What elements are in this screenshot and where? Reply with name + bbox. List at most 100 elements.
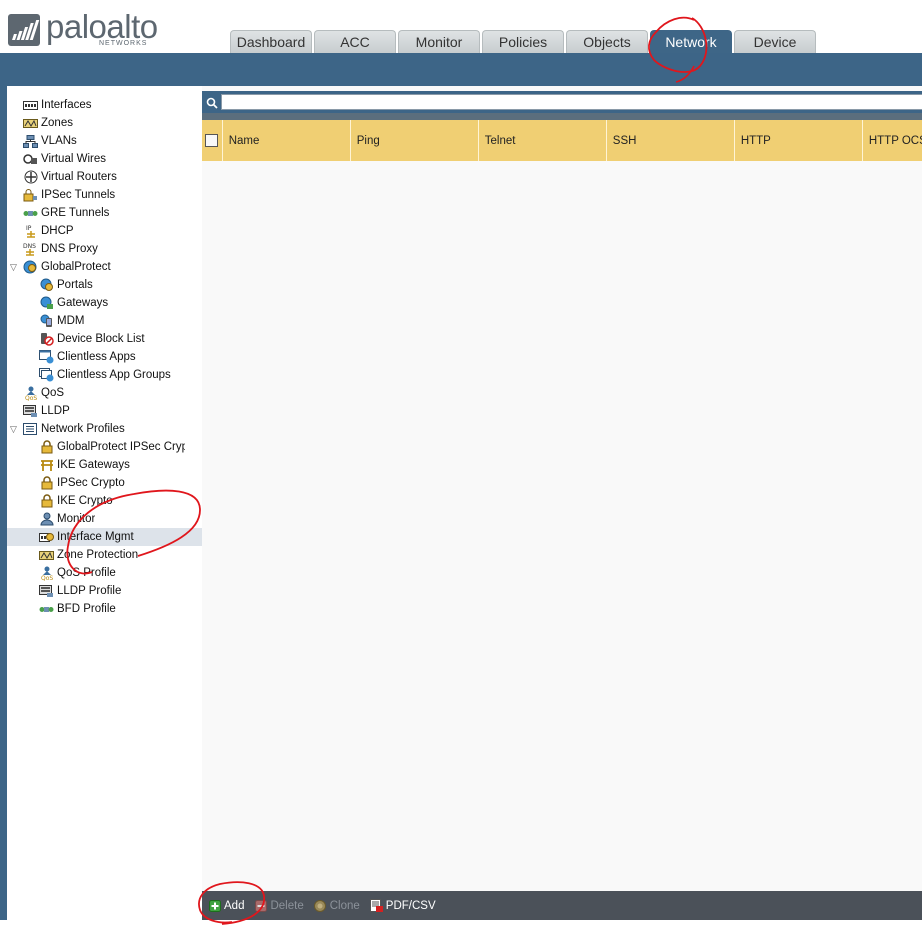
tab-policies[interactable]: Policies [482, 30, 564, 53]
bottom-strip [0, 920, 922, 928]
pdf-csv-label: PDF/CSV [385, 899, 436, 912]
gre-tunnels-icon [23, 207, 38, 220]
sidebar-item-zones[interactable]: Zones [7, 114, 202, 132]
search-bar [202, 91, 922, 113]
virtual-wires-icon [23, 153, 38, 166]
ike-gateways-icon [39, 459, 54, 472]
search-input[interactable] [221, 94, 922, 110]
column-header-http-ocsp[interactable]: HTTP OCSP [863, 120, 922, 161]
sidebar-item-label: IKE Gateways [57, 459, 130, 471]
svg-text:DNS: DNS [23, 243, 36, 250]
sidebar-item-vlans[interactable]: VLANs [7, 132, 202, 150]
bottom-toolbar: Add Delete Clone PDF/CSV [202, 891, 922, 920]
sidebar-item-label: VLANs [41, 135, 77, 147]
sidebar-item-ike-gateways[interactable]: IKE Gateways [7, 456, 202, 474]
network-profiles-icon [23, 422, 38, 436]
device-block-list-icon [39, 333, 54, 346]
tab-monitor[interactable]: Monitor [398, 30, 480, 53]
sidebar-item-label: GlobalProtect IPSec Crypto [57, 441, 185, 453]
column-header-name[interactable]: Name [223, 120, 351, 161]
clone-icon [314, 899, 327, 912]
pdf-csv-button[interactable]: PDF/CSV [369, 898, 436, 912]
tree-expand-arrow-icon[interactable]: ▽ [10, 424, 17, 435]
sidebar-item-label: DNS Proxy [41, 243, 98, 255]
add-button[interactable]: Add [208, 899, 244, 912]
sidebar-item-label: Gateways [57, 297, 109, 309]
sidebar-item-interfaces[interactable]: Interfaces [7, 96, 202, 114]
select-all-checkbox[interactable] [202, 120, 223, 161]
sidebar-item-network-profiles[interactable]: ▽ Network Profiles [7, 420, 202, 438]
sidebar-item-gateways[interactable]: Gateways [7, 294, 202, 312]
sidebar-item-label: Virtual Wires [41, 153, 106, 165]
sidebar-item-label: BFD Profile [57, 603, 116, 615]
clone-button[interactable]: Clone [314, 899, 360, 912]
column-header-telnet[interactable]: Telnet [479, 120, 607, 161]
sidebar-item-mdm[interactable]: MDM [7, 312, 202, 330]
sidebar-item-globalprotect-ipsec-crypto[interactable]: GlobalProtect IPSec Crypto [7, 438, 202, 456]
lock-icon [39, 476, 54, 490]
lock-icon [39, 494, 54, 508]
pdf-csv-icon [369, 898, 383, 912]
lock-icon [39, 440, 54, 454]
search-icon[interactable] [204, 95, 219, 110]
sidebar-item-label: Interfaces [41, 99, 92, 111]
column-header-ping[interactable]: Ping [351, 120, 479, 161]
sidebar-item-dhcp[interactable]: IP DHCP [7, 222, 202, 240]
zones-icon [23, 117, 38, 130]
clientless-app-groups-icon [39, 368, 54, 382]
sidebar-item-virtual-wires[interactable]: Virtual Wires [7, 150, 202, 168]
sidebar-item-interface-mgmt[interactable]: Interface Mgmt [7, 528, 202, 546]
delete-label: Delete [270, 899, 304, 912]
main-tab-bar: Dashboard ACC Monitor Policies Objects N… [230, 30, 818, 53]
qos-profile-icon: QoS [39, 566, 54, 581]
sidebar-item-label: IPSec Tunnels [41, 189, 116, 201]
paloalto-logo-mark-icon [8, 14, 40, 46]
sidebar-item-device-block-list[interactable]: Device Block List [7, 330, 202, 348]
tab-objects[interactable]: Objects [566, 30, 648, 53]
svg-text:IP: IP [26, 225, 32, 232]
vlans-icon [23, 134, 38, 148]
sidebar-item-clientless-app-groups[interactable]: Clientless App Groups [7, 366, 202, 384]
clone-label: Clone [329, 899, 360, 912]
sidebar-item-bfd-profile[interactable]: BFD Profile [7, 600, 202, 618]
sidebar-item-dns-proxy[interactable]: DNS DNS Proxy [7, 240, 202, 258]
sidebar-item-label: Clientless Apps [57, 351, 136, 363]
sidebar-item-label: Interface Mgmt [57, 531, 134, 543]
gateways-icon [39, 296, 54, 310]
delete-button[interactable]: Delete [254, 899, 304, 912]
sidebar-item-globalprotect[interactable]: ▽ GlobalProtect [7, 258, 202, 276]
left-edge [0, 86, 7, 928]
tab-acc[interactable]: ACC [314, 30, 396, 53]
column-header-http[interactable]: HTTP [735, 120, 863, 161]
ipsec-tunnels-icon [23, 188, 38, 202]
sidebar-item-monitor-profile[interactable]: Monitor [7, 510, 202, 528]
sidebar-item-label: Zone Protection [57, 549, 139, 561]
sidebar-item-qos[interactable]: QoS QoS [7, 384, 202, 402]
sidebar-item-label: GRE Tunnels [41, 207, 110, 219]
monitor-profile-icon [39, 512, 54, 526]
add-label: Add [224, 899, 245, 912]
sidebar-item-label: LLDP Profile [57, 585, 122, 597]
sidebar-item-qos-profile[interactable]: QoS QoS Profile [7, 564, 202, 582]
sidebar-item-ike-crypto[interactable]: IKE Crypto [7, 492, 202, 510]
sidebar-item-portals[interactable]: Portals [7, 276, 202, 294]
sidebar-item-lldp[interactable]: LLDP [7, 402, 202, 420]
sidebar-item-virtual-routers[interactable]: Virtual Routers [7, 168, 202, 186]
sidebar-item-gre-tunnels[interactable]: GRE Tunnels [7, 204, 202, 222]
svg-text:QoS: QoS [25, 395, 37, 401]
sidebar-item-lldp-profile[interactable]: LLDP Profile [7, 582, 202, 600]
tab-dashboard[interactable]: Dashboard [230, 30, 312, 53]
sidebar-item-label: Monitor [57, 513, 96, 525]
brand-sub: NETWORKS [99, 40, 148, 47]
sidebar-item-ipsec-crypto[interactable]: IPSec Crypto [7, 474, 202, 492]
sidebar-item-zone-protection[interactable]: Zone Protection [7, 546, 202, 564]
tree-expand-arrow-icon[interactable]: ▽ [10, 262, 17, 273]
sidebar-item-label: Network Profiles [41, 423, 125, 435]
table-top-bar [202, 113, 922, 120]
tab-device[interactable]: Device [734, 30, 816, 53]
column-header-ssh[interactable]: SSH [607, 120, 735, 161]
tab-network[interactable]: Network [650, 30, 732, 53]
sidebar-item-ipsec-tunnels[interactable]: IPSec Tunnels [7, 186, 202, 204]
portals-icon [39, 278, 54, 292]
sidebar-item-clientless-apps[interactable]: Clientless Apps [7, 348, 202, 366]
